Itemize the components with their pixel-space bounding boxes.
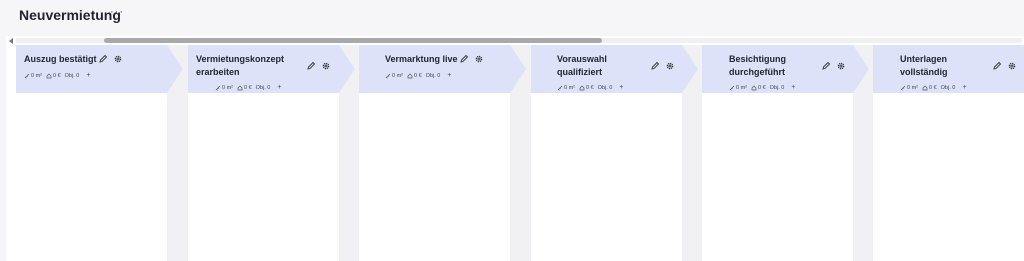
column-title: Besichtigung durchgeführt xyxy=(729,54,787,77)
house-icon xyxy=(751,85,757,90)
column-title: Unterlagen vollständig xyxy=(900,54,948,77)
scroll-left-arrow-icon[interactable] xyxy=(9,38,13,44)
column-header: Auszug bestätigt 0 m² 0 € Obj. 0 + xyxy=(16,45,167,93)
house-icon xyxy=(407,73,413,78)
column-header: Unterlagen vollständig 0 m² 0 € Obj. 0 + xyxy=(873,45,1024,93)
horizontal-scrollbar[interactable] xyxy=(16,38,1022,43)
gear-icon[interactable] xyxy=(321,61,331,71)
ruler-icon xyxy=(385,73,391,79)
pencil-icon[interactable] xyxy=(306,61,316,71)
add-card-button[interactable]: + xyxy=(447,72,451,79)
kanban-column: Vermarktung live 0 m² 0 € Obj. 0 + xyxy=(359,45,526,261)
stat-rent: 0 € xyxy=(53,72,61,79)
column-title: Vorauswahl qualifiziert xyxy=(557,54,607,77)
kanban-board: Auszug bestätigt 0 m² 0 € Obj. 0 + Vermi… xyxy=(16,45,1024,261)
more-options-button[interactable]: ··· xyxy=(110,6,124,18)
column-header: Vermarktung live 0 m² 0 € Obj. 0 + xyxy=(359,45,510,93)
column-stats: 0 m² 0 € Obj. 0 + xyxy=(215,84,281,91)
stat-area: 0 m² xyxy=(907,84,918,91)
column-chevron xyxy=(339,45,355,93)
stat-rent: 0 € xyxy=(244,84,252,91)
kanban-column: Besichtigung durchgeführt 0 m² 0 € Obj. … xyxy=(702,45,869,261)
kanban-column: Vermietungskonzept erarbeiten 0 m² 0 € O… xyxy=(188,45,355,261)
ruler-icon xyxy=(729,85,735,91)
house-icon xyxy=(922,85,928,90)
column-header: Besichtigung durchgeführt 0 m² 0 € Obj. … xyxy=(702,45,853,93)
column-title: Vermietungskonzept erarbeiten xyxy=(196,54,285,77)
stat-area: 0 m² xyxy=(736,84,747,91)
add-card-button[interactable]: + xyxy=(277,84,281,91)
stat-area: 0 m² xyxy=(31,72,42,79)
stat-objects: Obj. 0 xyxy=(425,72,441,79)
column-stats: 0 m² 0 € Obj. 0 + xyxy=(557,84,623,91)
add-card-button[interactable]: + xyxy=(619,84,623,91)
kanban-column: Auszug bestätigt 0 m² 0 € Obj. 0 + xyxy=(16,45,183,261)
gear-icon[interactable] xyxy=(836,61,846,71)
stat-objects: Obj. 0 xyxy=(597,84,613,91)
stat-rent: 0 € xyxy=(586,84,594,91)
column-header: Vorauswahl qualifiziert 0 m² 0 € Obj. 0 … xyxy=(531,45,682,93)
column-body[interactable] xyxy=(873,93,1024,261)
house-icon xyxy=(46,73,52,78)
column-body[interactable] xyxy=(702,93,853,261)
stat-area: 0 m² xyxy=(392,72,403,79)
column-stats: 0 m² 0 € Obj. 0 + xyxy=(385,72,451,79)
stat-objects: Obj. 0 xyxy=(64,72,80,79)
add-card-button[interactable]: + xyxy=(791,84,795,91)
kanban-column: Vorauswahl qualifiziert 0 m² 0 € Obj. 0 … xyxy=(531,45,698,261)
column-chevron xyxy=(682,45,698,93)
column-body[interactable] xyxy=(359,93,510,261)
column-chevron xyxy=(510,45,526,93)
ruler-icon xyxy=(557,85,563,91)
column-chevron xyxy=(167,45,183,93)
pencil-icon[interactable] xyxy=(821,61,831,71)
column-body[interactable] xyxy=(16,93,167,261)
add-card-button[interactable]: + xyxy=(962,84,966,91)
gear-icon[interactable] xyxy=(113,54,123,64)
house-icon xyxy=(579,85,585,90)
scrollbar-thumb[interactable] xyxy=(104,38,602,43)
stat-area: 0 m² xyxy=(564,84,575,91)
house-icon xyxy=(237,85,243,90)
page-title: Neuvermietung xyxy=(19,7,121,23)
stat-objects: Obj. 0 xyxy=(940,84,956,91)
gear-icon[interactable] xyxy=(1007,61,1017,71)
column-header: Vermietungskonzept erarbeiten 0 m² 0 € O… xyxy=(188,45,339,93)
add-card-button[interactable]: + xyxy=(86,72,90,79)
stat-area: 0 m² xyxy=(222,84,233,91)
column-stats: 0 m² 0 € Obj. 0 + xyxy=(900,84,966,91)
column-body[interactable] xyxy=(531,93,682,261)
gear-icon[interactable] xyxy=(474,54,484,64)
column-body[interactable] xyxy=(188,93,339,261)
column-chevron xyxy=(853,45,869,93)
stat-objects: Obj. 0 xyxy=(769,84,785,91)
board-left-edge xyxy=(6,45,16,261)
column-stats: 0 m² 0 € Obj. 0 + xyxy=(729,84,795,91)
pencil-icon[interactable] xyxy=(459,54,469,64)
gear-icon[interactable] xyxy=(665,61,675,71)
kanban-column: Unterlagen vollständig 0 m² 0 € Obj. 0 + xyxy=(873,45,1024,261)
stat-rent: 0 € xyxy=(758,84,766,91)
ruler-icon xyxy=(24,73,30,79)
column-stats: 0 m² 0 € Obj. 0 + xyxy=(24,72,90,79)
pencil-icon[interactable] xyxy=(992,61,1002,71)
board-scroll-area: Auszug bestätigt 0 m² 0 € Obj. 0 + Vermi… xyxy=(6,36,1024,261)
stat-objects: Obj. 0 xyxy=(255,84,271,91)
stat-rent: 0 € xyxy=(414,72,422,79)
pencil-icon[interactable] xyxy=(98,54,108,64)
ruler-icon xyxy=(900,85,906,91)
column-title: Auszug bestätigt xyxy=(24,54,97,64)
stat-rent: 0 € xyxy=(929,84,937,91)
pencil-icon[interactable] xyxy=(650,61,660,71)
column-title: Vermarktung live xyxy=(385,54,458,64)
ruler-icon xyxy=(215,85,221,91)
page-header: Neuvermietung ··· xyxy=(0,0,1024,36)
